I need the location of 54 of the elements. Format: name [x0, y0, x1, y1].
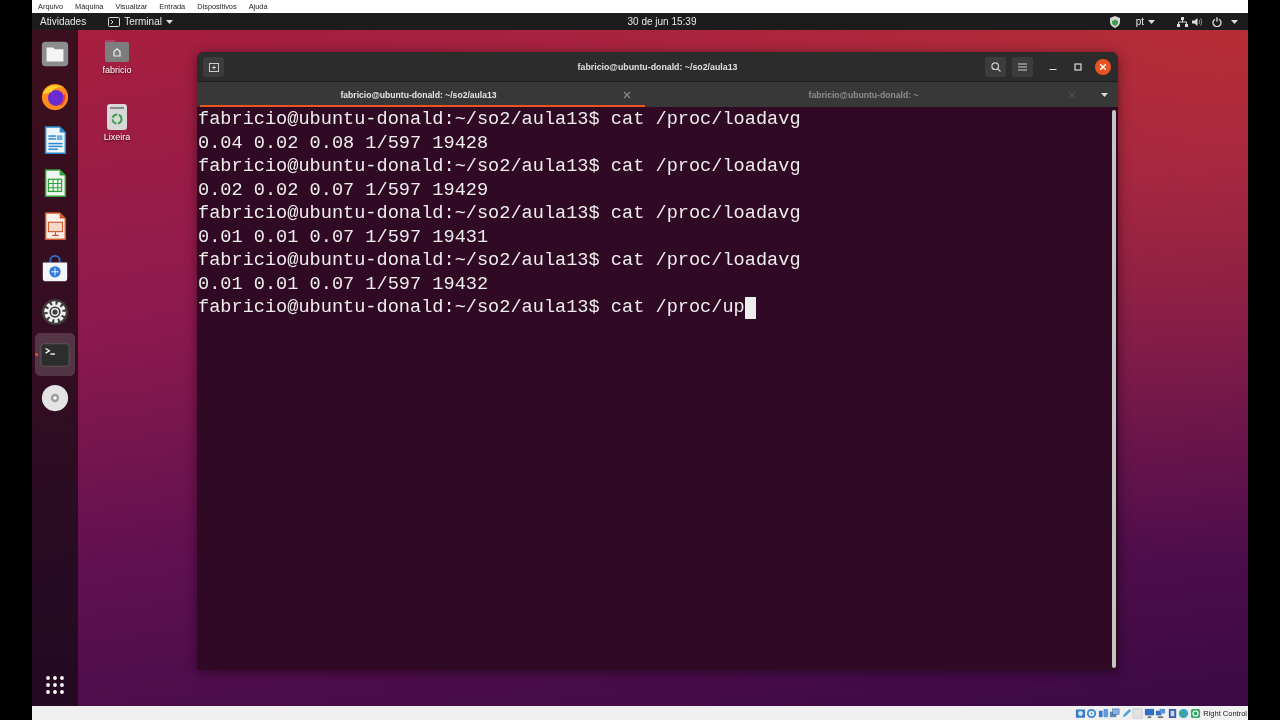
- clock-button[interactable]: 30 de jun 15:39: [627, 13, 697, 30]
- terminal-line: fabricio@ubuntu-donald:~/so2/aula13$ cat /proc/loadavg: [198, 155, 801, 179]
- monitors-icon[interactable]: [1155, 707, 1167, 719]
- menu-button[interactable]: [1012, 56, 1033, 77]
- disc-icon: [40, 382, 70, 413]
- ring-tile-icon[interactable]: [1189, 707, 1201, 719]
- home-folder-icon[interactable]: [103, 38, 131, 64]
- disc-icon[interactable]: [1086, 707, 1098, 719]
- terminal-line: 0.04 0.02 0.08 1/597 19428: [198, 131, 489, 155]
- plus-box-icon: [208, 61, 219, 72]
- trash-bin-icon[interactable]: [104, 103, 130, 131]
- close-icon[interactable]: [1095, 58, 1111, 75]
- icon-label: fabricio: [102, 65, 132, 76]
- activities-button[interactable]: Atividades: [32, 13, 93, 30]
- flame-globe-icon: [40, 81, 70, 112]
- new-tab-button[interactable]: [203, 56, 224, 77]
- terminal-line: fabricio@ubuntu-donald:~/so2/aula13$ cat /proc/up: [198, 296, 745, 320]
- search-button[interactable]: [985, 56, 1006, 77]
- terminal-tab[interactable]: fabricio@ubuntu-donald: ~/so2/aula13: [200, 82, 645, 107]
- terminal-line: fabricio@ubuntu-donald:~/so2/aula13$ cat /proc/loadavg: [198, 202, 801, 226]
- speaker-icon[interactable]: [1192, 16, 1202, 27]
- shield-icon[interactable]: [1109, 15, 1120, 28]
- caret-icon[interactable]: [1231, 19, 1238, 24]
- terminal-line: 0.02 0.02 0.07 1/597 19429: [198, 178, 489, 202]
- caret-icon[interactable]: [1100, 92, 1108, 97]
- caret-icon: [165, 19, 173, 24]
- terminal-line: 0.01 0.01 0.07 1/597 19431: [198, 225, 489, 249]
- app-menu-button[interactable]: Terminal: [108, 13, 173, 30]
- blank-tile-icon[interactable]: [1132, 707, 1144, 719]
- running-dot-icon: [35, 353, 38, 356]
- window-title: fabricio@ubuntu-donald: ~/so2/aula13: [577, 61, 738, 72]
- frame-icon[interactable]: [1166, 707, 1178, 719]
- power-icon[interactable]: [1212, 16, 1222, 27]
- icon-label: Lixeira: [103, 132, 131, 143]
- globe-icon[interactable]: [1178, 707, 1190, 719]
- overlapping-squares-icon[interactable]: [1109, 707, 1121, 719]
- maximize-icon[interactable]: [1074, 62, 1082, 71]
- terminal-tab[interactable]: fabricio@ubuntu-donald: ~: [645, 82, 1090, 107]
- terminal-line: 0.01 0.01 0.07 1/597 19432: [198, 272, 489, 296]
- circle-tile-icon[interactable]: [1074, 707, 1086, 719]
- keyboard-layout-button[interactable]: pt: [1135, 13, 1155, 30]
- terminal-line: fabricio@ubuntu-donald:~/so2/aula13$ cat /proc/loadavg: [198, 249, 801, 273]
- menu-icon: [1018, 62, 1027, 71]
- blocks-icon[interactable]: [1097, 707, 1109, 719]
- search-icon: [990, 61, 1001, 72]
- terminal-line: fabricio@ubuntu-donald:~/so2/aula13$ cat /proc/loadavg: [198, 108, 801, 132]
- grid-icon: [46, 675, 64, 694]
- terminal-icon: [108, 16, 121, 27]
- monitor-icon[interactable]: [1143, 707, 1155, 719]
- shopping-bag-icon: [40, 253, 70, 284]
- caret-icon: [1148, 19, 1155, 24]
- gear-icon: [40, 296, 70, 327]
- network-icon[interactable]: [1177, 16, 1188, 27]
- scrollbar-thumb[interactable]: [1112, 110, 1116, 668]
